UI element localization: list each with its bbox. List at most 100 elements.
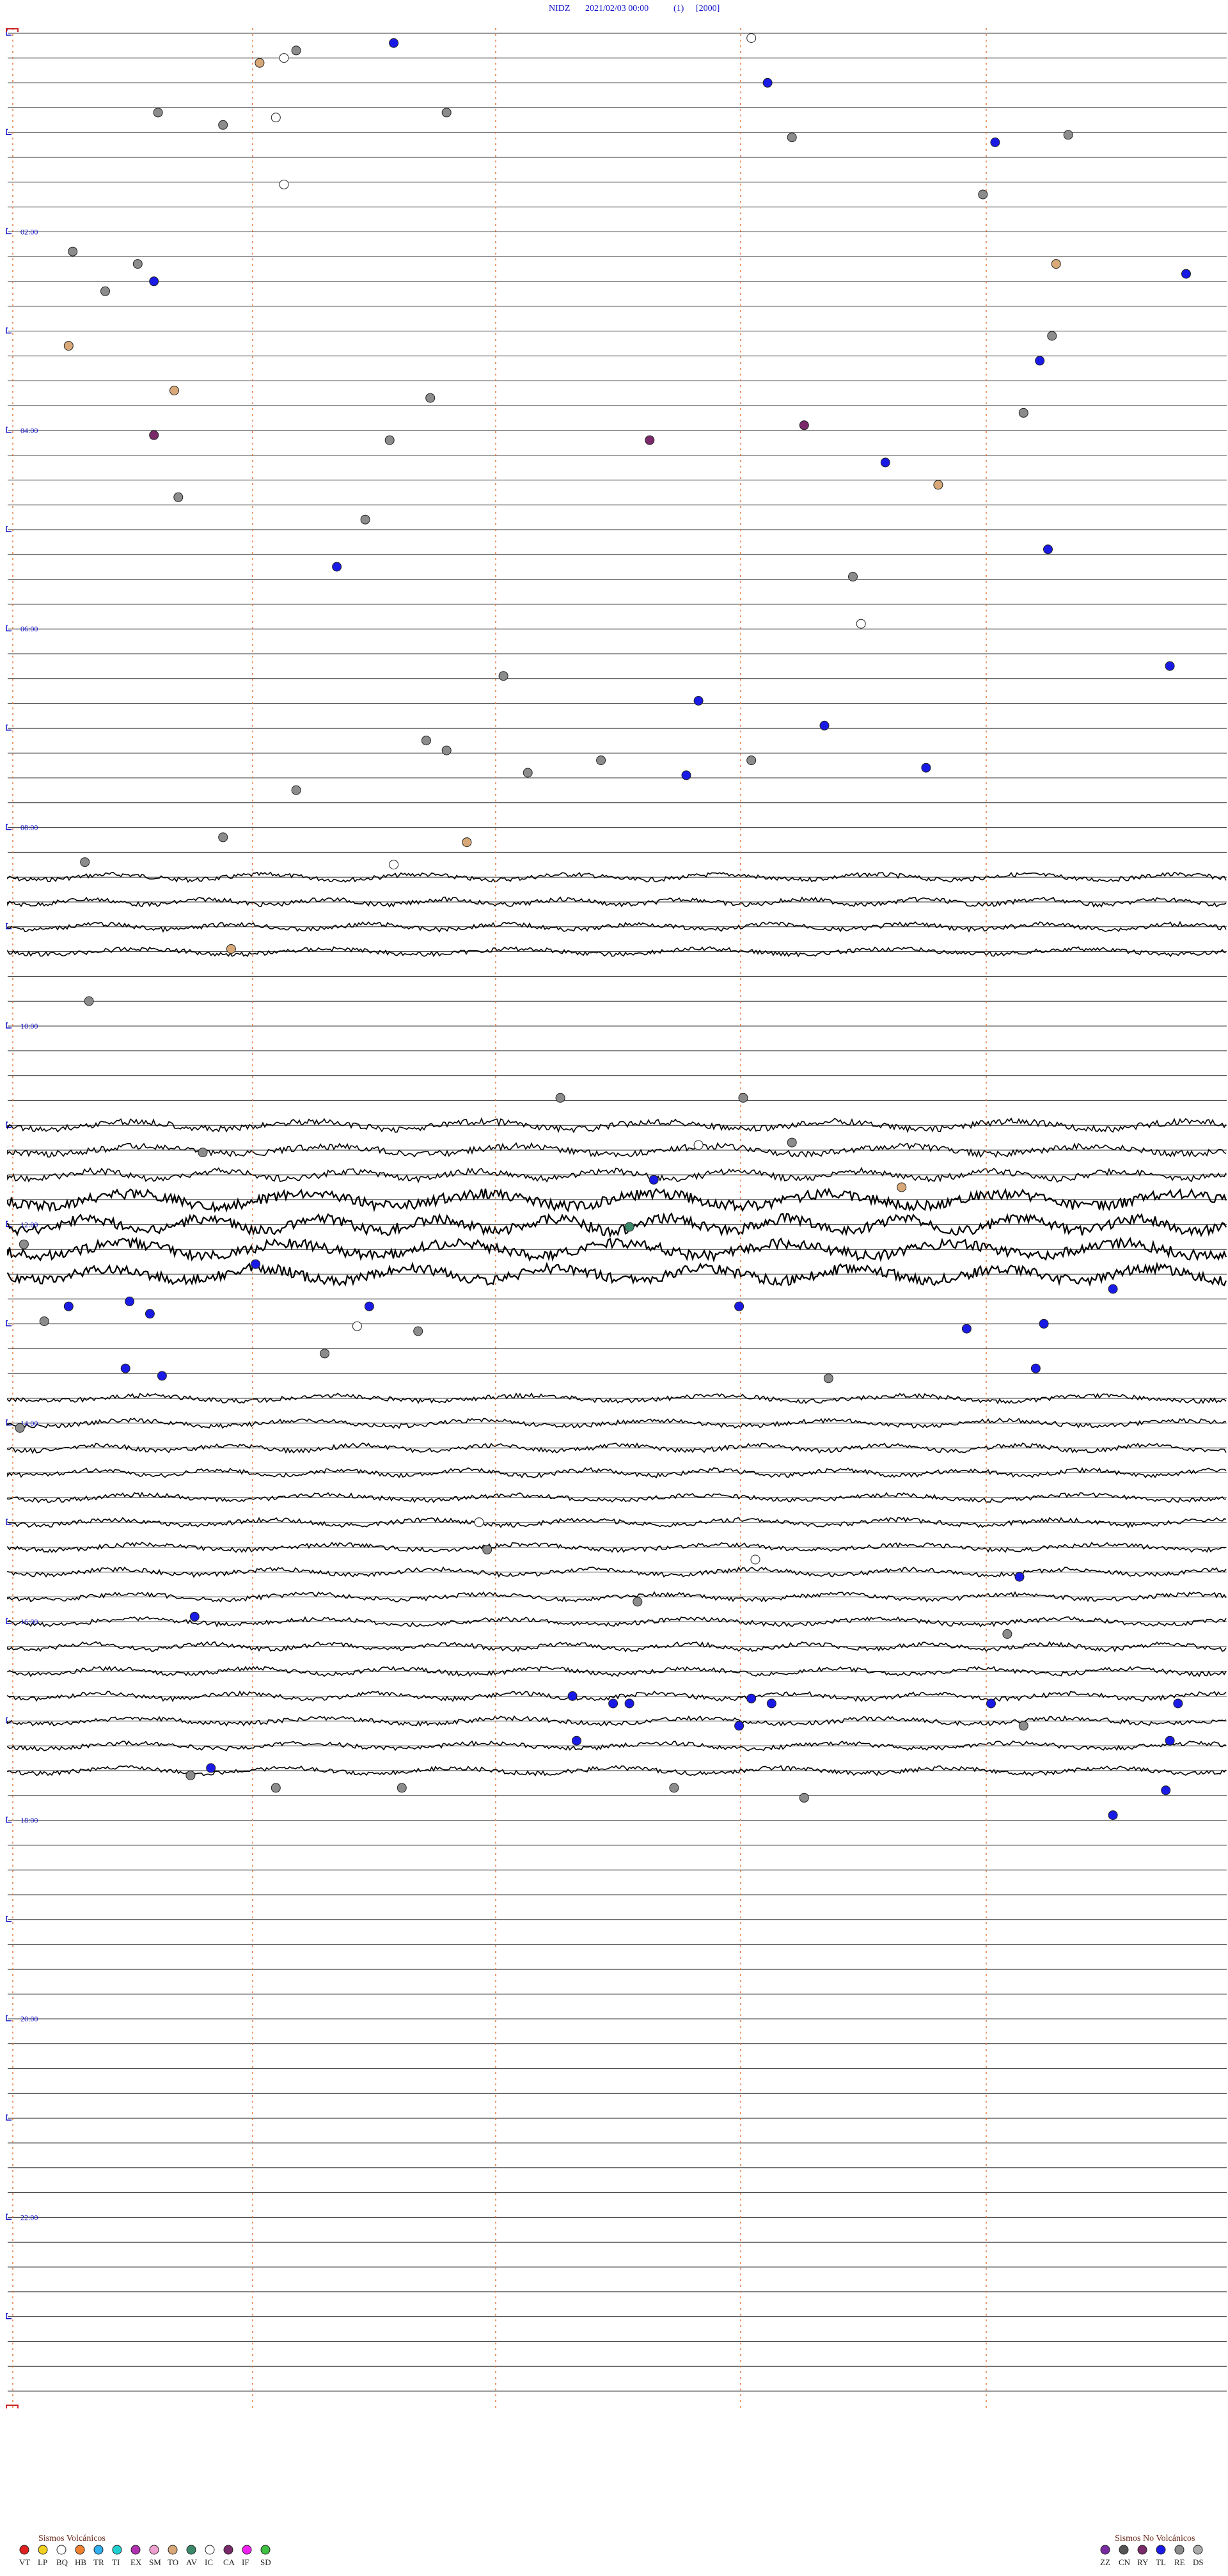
hour-label: 22:00 [20, 2213, 38, 2222]
legend-nonvolcanic-title: Sismos No Volcánicos [1115, 2534, 1195, 2543]
hour-label: 20:00 [20, 2014, 38, 2023]
legend-code: RY [1137, 2557, 1149, 2567]
event-marker [149, 276, 159, 287]
hour-tick [6, 228, 12, 235]
event-marker [624, 1698, 634, 1709]
event-marker [750, 1554, 760, 1565]
legend-swatch [1100, 2545, 1110, 2555]
event-marker [819, 720, 830, 731]
event-marker [961, 1324, 972, 1334]
legend-volcanic-title: Sismos Volcánicos [38, 2534, 106, 2543]
event-marker [738, 1093, 748, 1103]
event-marker [206, 1763, 216, 1773]
hour-label: 18:00 [20, 1816, 38, 1825]
hour-label: 16:00 [20, 1617, 38, 1626]
event-marker [1165, 661, 1175, 671]
event-marker [389, 860, 399, 870]
event-marker [482, 1544, 492, 1554]
event-marker [132, 259, 143, 269]
event-marker [63, 341, 74, 351]
event-marker [1181, 269, 1191, 279]
event-marker [1165, 1735, 1175, 1746]
legend-code: AV [186, 2557, 198, 2567]
hour-label: 10:00 [20, 1022, 38, 1031]
event-marker [68, 246, 78, 257]
event-marker [596, 755, 606, 766]
event-marker [681, 770, 691, 780]
event-marker [226, 944, 236, 954]
legend-code: RE [1174, 2557, 1185, 2567]
legend-swatch [223, 2545, 233, 2555]
event-marker [787, 1137, 797, 1148]
legend-swatch [149, 2545, 159, 2555]
event-marker [624, 1222, 634, 1232]
event-marker [921, 763, 931, 773]
legend-swatch [205, 2545, 215, 2555]
event-marker [198, 1148, 208, 1158]
hour-tick [6, 1916, 12, 1922]
event-marker [271, 1783, 281, 1793]
event-marker [149, 430, 159, 440]
legend-code: TL [1156, 2557, 1166, 2567]
event-marker [787, 132, 797, 143]
legend-code: TO [168, 2557, 178, 2567]
legend-swatch [93, 2545, 104, 2555]
event-marker [384, 435, 395, 445]
hour-label: 02:00 [20, 227, 38, 236]
helicorder-chart: NIDZ 2021/02/03 00:00 (1) [2000] 02:00 04… [6, 4, 1227, 2567]
event-marker [352, 1321, 362, 1331]
event-marker [425, 393, 436, 403]
event-marker [856, 619, 866, 629]
legend-swatch [112, 2545, 122, 2555]
hour-tick [6, 2213, 12, 2220]
hour-tick [6, 2312, 12, 2319]
legend-code: DS [1193, 2557, 1204, 2567]
event-marker [271, 113, 281, 123]
start-bracket [6, 28, 19, 32]
minute-markers [12, 28, 987, 2410]
legend-code: IF [242, 2557, 249, 2567]
legend-code: EX [130, 2557, 142, 2567]
hour-label: 12:00 [20, 1220, 38, 1229]
event-marker [986, 1698, 996, 1709]
event-marker [766, 1698, 776, 1709]
legend-code: SM [149, 2557, 161, 2567]
legend-swatch [56, 2545, 67, 2555]
event-marker [693, 1140, 704, 1150]
legend-code: TR [93, 2557, 104, 2567]
legend-code: HB [75, 2557, 86, 2567]
event-marker [649, 1174, 659, 1185]
legend-code: LP [38, 2557, 47, 2567]
hour-tick [6, 625, 12, 631]
event-marker [80, 857, 90, 867]
event-marker [608, 1698, 618, 1709]
event-marker [746, 33, 757, 43]
event-marker [1108, 1284, 1118, 1294]
event-marker [555, 1093, 565, 1103]
event-marker [15, 1423, 25, 1433]
hour-tick [6, 1816, 12, 1823]
event-marker [1043, 544, 1053, 555]
legend-code: VT [19, 2557, 30, 2567]
event-marker [1035, 356, 1045, 366]
event-marker [1018, 407, 1028, 418]
hour-tick [6, 327, 12, 334]
legend-swatch [1119, 2545, 1129, 2555]
event-marker [173, 492, 184, 502]
legend-volcanic: Sismos Volcánicos VT LP BQ HB TR TI EX SM TO AV IC… [19, 2534, 271, 2567]
event-marker [397, 1783, 407, 1793]
event-marker [567, 1691, 578, 1701]
event-marker [421, 736, 431, 746]
event-marker [279, 53, 289, 63]
hour-tick [6, 2114, 12, 2121]
legend-swatch [1193, 2545, 1203, 2555]
event-marker [100, 286, 110, 296]
legend-code: BQ [56, 2557, 68, 2567]
event-marker [441, 745, 452, 755]
event-marker [799, 420, 809, 431]
event-marker [848, 572, 858, 581]
legend-swatch [19, 2545, 29, 2555]
legend-swatch [38, 2545, 48, 2555]
event-marker [84, 996, 94, 1006]
trace-baselines [6, 29, 1227, 2392]
